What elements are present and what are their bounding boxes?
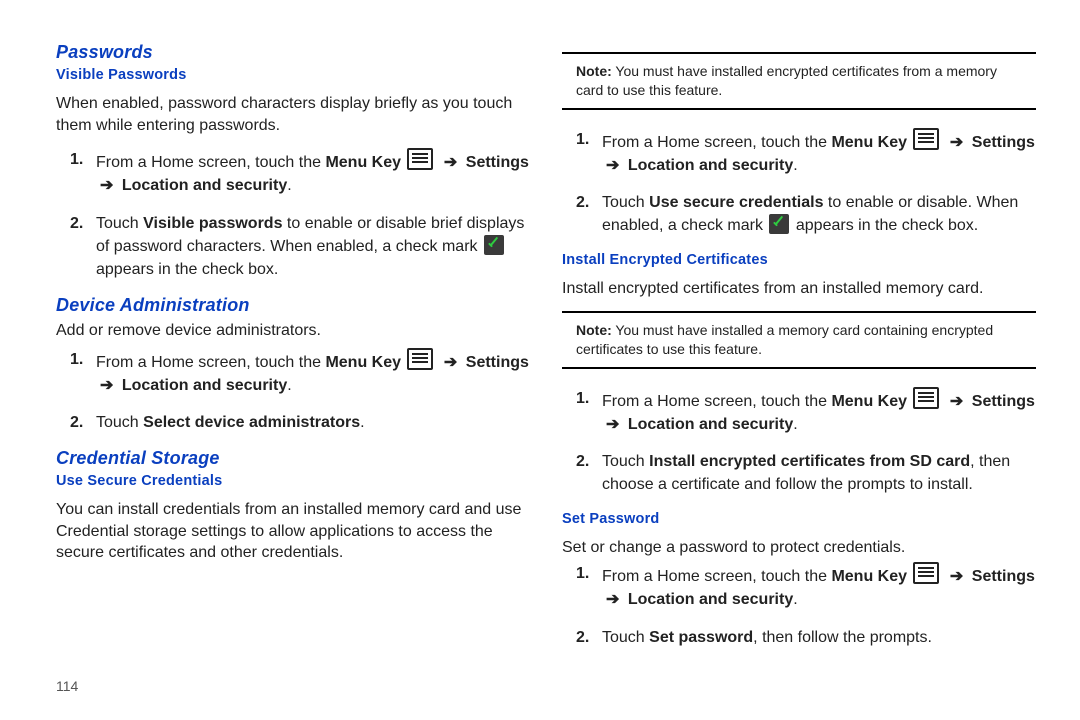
heading-passwords: Passwords: [56, 42, 530, 63]
arrow-icon: ➔: [100, 174, 113, 197]
install-from-sd-bold: Install encrypted certificates from SD c…: [649, 453, 970, 470]
menu-key-label: Menu Key: [325, 354, 401, 371]
settings-label: Settings: [972, 134, 1035, 151]
step-item: From a Home screen, touch the Menu Key ➔…: [562, 387, 1036, 436]
step-text: appears in the check box.: [96, 261, 278, 278]
set-password-steps: From a Home screen, touch the Menu Key ➔…: [562, 562, 1036, 649]
heading-device-administration: Device Administration: [56, 295, 530, 316]
visible-passwords-description: When enabled, password characters displa…: [56, 93, 530, 136]
menu-key-icon: [913, 562, 939, 584]
heading-credential-storage: Credential Storage: [56, 448, 530, 469]
set-password-bold: Set password: [649, 629, 753, 646]
note-box: Note: You must have installed a memory c…: [562, 311, 1036, 369]
manual-page: Passwords Visible Passwords When enabled…: [0, 0, 1080, 720]
heading-visible-passwords: Visible Passwords: [56, 67, 530, 83]
select-device-admins-bold: Select device administrators: [143, 414, 360, 431]
step-text: , then follow the prompts.: [753, 629, 932, 646]
visible-passwords-bold: Visible passwords: [143, 215, 282, 232]
step-item: From a Home screen, touch the Menu Key ➔…: [56, 148, 530, 197]
step-text: Touch: [602, 453, 649, 470]
step-item: Touch Install encrypted certificates fro…: [562, 450, 1036, 496]
arrow-icon: ➔: [100, 374, 113, 397]
period: .: [287, 377, 291, 394]
period: .: [793, 591, 797, 608]
step-text: Touch: [602, 629, 649, 646]
period: .: [793, 157, 797, 174]
heading-use-secure-credentials: Use Secure Credentials: [56, 473, 530, 489]
menu-key-icon: [913, 128, 939, 150]
page-number: 114: [56, 678, 78, 694]
step-item: Touch Use secure credentials to enable o…: [562, 191, 1036, 237]
checkmark-icon: [769, 214, 789, 234]
settings-label: Settings: [972, 568, 1035, 585]
checkmark-icon: [484, 235, 504, 255]
step-item: From a Home screen, touch the Menu Key ➔…: [562, 128, 1036, 177]
arrow-icon: ➔: [444, 151, 457, 174]
step-item: From a Home screen, touch the Menu Key ➔…: [562, 562, 1036, 611]
step-text: Touch: [602, 194, 649, 211]
menu-key-icon: [407, 348, 433, 370]
right-column: Note: You must have installed encrypted …: [562, 36, 1036, 663]
step-item: Touch Visible passwords to enable or dis…: [56, 212, 530, 282]
heading-install-encrypted-certs: Install Encrypted Certificates: [562, 252, 1036, 268]
step-text: From a Home screen, touch the: [602, 393, 831, 410]
menu-key-icon: [407, 148, 433, 170]
set-password-description: Set or change a password to protect cred…: [562, 537, 1036, 559]
arrow-icon: ➔: [606, 154, 619, 177]
two-column-layout: Passwords Visible Passwords When enabled…: [56, 36, 1036, 663]
step-item: Touch Set password, then follow the prom…: [562, 626, 1036, 649]
location-security-label: Location and security: [122, 377, 287, 394]
step-text: From a Home screen, touch the: [96, 354, 325, 371]
arrow-icon: ➔: [950, 390, 963, 413]
arrow-icon: ➔: [950, 565, 963, 588]
left-column: Passwords Visible Passwords When enabled…: [56, 36, 530, 663]
step-text: From a Home screen, touch the: [96, 154, 325, 171]
arrow-icon: ➔: [606, 588, 619, 611]
step-text: From a Home screen, touch the: [602, 568, 831, 585]
settings-label: Settings: [466, 154, 529, 171]
menu-key-icon: [913, 387, 939, 409]
device-admin-description: Add or remove device administrators.: [56, 320, 530, 342]
step-text: Touch: [96, 215, 143, 232]
note-label: Note:: [576, 322, 612, 338]
location-security-label: Location and security: [628, 591, 793, 608]
settings-label: Settings: [466, 354, 529, 371]
use-secure-description: You can install credentials from an inst…: [56, 499, 530, 564]
use-secure-bold: Use secure credentials: [649, 194, 823, 211]
step-item: Touch Select device administrators.: [56, 411, 530, 434]
device-admin-steps: From a Home screen, touch the Menu Key ➔…: [56, 348, 530, 435]
location-security-label: Location and security: [628, 157, 793, 174]
settings-label: Settings: [972, 393, 1035, 410]
menu-key-label: Menu Key: [831, 568, 907, 585]
arrow-icon: ➔: [444, 351, 457, 374]
note-text: You must have installed a memory card co…: [576, 322, 993, 357]
step-text: From a Home screen, touch the: [602, 134, 831, 151]
heading-set-password: Set Password: [562, 511, 1036, 527]
menu-key-label: Menu Key: [831, 393, 907, 410]
note-label: Note:: [576, 63, 612, 79]
location-security-label: Location and security: [122, 177, 287, 194]
install-cert-steps: From a Home screen, touch the Menu Key ➔…: [562, 387, 1036, 497]
menu-key-label: Menu Key: [325, 154, 401, 171]
menu-key-label: Menu Key: [831, 134, 907, 151]
period: .: [287, 177, 291, 194]
note-box: Note: You must have installed encrypted …: [562, 52, 1036, 110]
step-text: Touch: [96, 414, 143, 431]
arrow-icon: ➔: [606, 413, 619, 436]
install-cert-description: Install encrypted certificates from an i…: [562, 278, 1036, 300]
use-secure-steps: From a Home screen, touch the Menu Key ➔…: [562, 128, 1036, 238]
location-security-label: Location and security: [628, 416, 793, 433]
visible-passwords-steps: From a Home screen, touch the Menu Key ➔…: [56, 148, 530, 281]
step-text: appears in the check box.: [791, 217, 978, 234]
period: .: [360, 414, 364, 431]
step-item: From a Home screen, touch the Menu Key ➔…: [56, 348, 530, 397]
arrow-icon: ➔: [950, 131, 963, 154]
period: .: [793, 416, 797, 433]
note-text: You must have installed encrypted certif…: [576, 63, 997, 98]
